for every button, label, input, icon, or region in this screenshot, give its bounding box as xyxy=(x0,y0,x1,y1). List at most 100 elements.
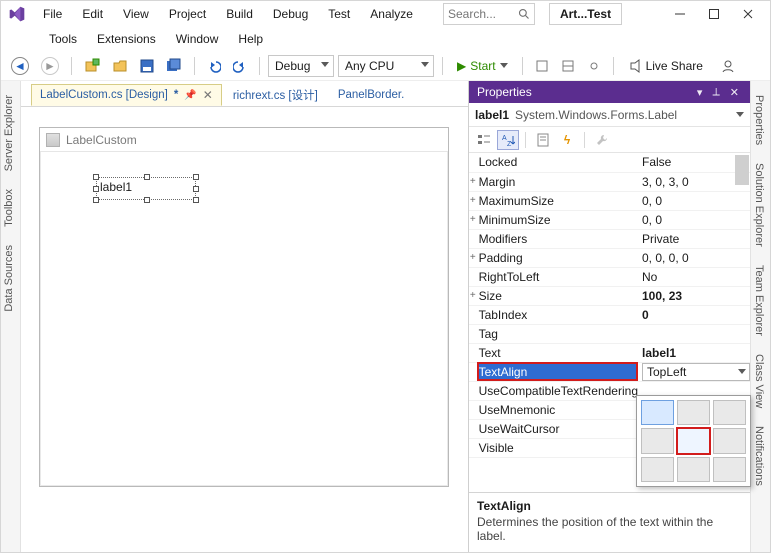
property-value[interactable]: 0, 0, 0, 0 xyxy=(638,248,750,267)
minimize-icon[interactable] xyxy=(674,8,686,20)
menu-debug[interactable]: Debug xyxy=(265,4,316,24)
config-combo[interactable]: Debug xyxy=(268,55,334,77)
property-row[interactable]: Tag xyxy=(469,324,750,343)
property-row[interactable]: +MinimumSize0, 0 xyxy=(469,210,750,229)
window-menu-icon[interactable]: ▾ xyxy=(694,86,706,99)
pin-icon[interactable]: 📌 xyxy=(184,90,196,101)
property-value-combo[interactable]: TopLeft xyxy=(642,363,750,381)
property-row[interactable]: TextAlignTopLeft xyxy=(469,362,750,381)
open-button[interactable] xyxy=(108,55,132,77)
pin-icon[interactable]: ⟂ xyxy=(709,86,722,99)
rail-properties[interactable]: Properties xyxy=(751,87,767,153)
property-row[interactable]: LockedFalse xyxy=(469,153,750,172)
tool-button-1[interactable] xyxy=(531,55,553,77)
menu-help[interactable]: Help xyxy=(230,29,271,49)
categorized-button[interactable] xyxy=(473,130,495,150)
rail-notifications[interactable]: Notifications xyxy=(751,418,767,494)
save-button[interactable] xyxy=(136,55,158,77)
property-value[interactable]: False xyxy=(638,153,750,172)
align-top-center[interactable] xyxy=(677,400,710,425)
expand-toggle[interactable]: + xyxy=(469,286,477,305)
platform-combo[interactable]: Any CPU xyxy=(338,55,434,77)
nav-back-button[interactable]: ◄ xyxy=(7,55,33,77)
menu-window[interactable]: Window xyxy=(168,29,227,49)
account-button[interactable] xyxy=(717,55,739,77)
solution-selector[interactable]: Art...Test xyxy=(549,3,622,25)
resize-handle[interactable] xyxy=(193,186,199,192)
rail-toolbox[interactable]: Toolbox xyxy=(1,181,17,235)
close-icon[interactable]: ✕ xyxy=(727,86,742,99)
property-value[interactable]: 3, 0, 3, 0 xyxy=(638,172,750,191)
align-bottom-right[interactable] xyxy=(713,457,746,482)
designer-surface[interactable]: LabelCustom label1 xyxy=(21,107,468,552)
expand-toggle[interactable]: + xyxy=(469,172,477,191)
undo-button[interactable] xyxy=(203,55,225,77)
menu-analyze[interactable]: Analyze xyxy=(362,4,421,24)
expand-toggle[interactable]: + xyxy=(469,191,477,210)
menu-build[interactable]: Build xyxy=(218,4,261,24)
menu-test[interactable]: Test xyxy=(320,4,358,24)
text-align-picker[interactable] xyxy=(636,395,751,487)
rail-data-sources[interactable]: Data Sources xyxy=(1,237,17,320)
align-top-left[interactable] xyxy=(641,400,674,425)
nav-fwd-button[interactable]: ► xyxy=(37,55,63,77)
menu-view[interactable]: View xyxy=(115,4,157,24)
tool-button-3[interactable] xyxy=(583,55,605,77)
search-box[interactable]: Search... xyxy=(443,3,535,25)
menu-extensions[interactable]: Extensions xyxy=(89,29,164,49)
properties-page-button[interactable] xyxy=(532,130,554,150)
tool-button-2[interactable] xyxy=(557,55,579,77)
tab-close-icon[interactable]: ✕ xyxy=(203,88,213,102)
menu-file[interactable]: File xyxy=(35,4,70,24)
tab-other-2[interactable]: PanelBorder. xyxy=(329,84,414,106)
property-value[interactable]: TopLeft xyxy=(638,362,750,381)
property-row[interactable]: TabIndex0 xyxy=(469,305,750,324)
properties-titlebar[interactable]: Properties ▾ ⟂ ✕ xyxy=(469,81,750,103)
alphabetical-button[interactable]: AZ xyxy=(497,130,519,150)
events-button[interactable]: ϟ xyxy=(556,130,578,150)
property-row[interactable]: +Size100, 23 xyxy=(469,286,750,305)
tab-other-1[interactable]: richrext.cs [设计] xyxy=(224,84,327,106)
align-top-right[interactable] xyxy=(713,400,746,425)
properties-object-selector[interactable]: label1 System.Windows.Forms.Label xyxy=(469,103,750,127)
resize-handle[interactable] xyxy=(144,174,150,180)
menu-edit[interactable]: Edit xyxy=(74,4,111,24)
property-value[interactable]: label1 xyxy=(638,343,750,362)
property-value[interactable]: 100, 23 xyxy=(638,286,750,305)
menu-project[interactable]: Project xyxy=(161,4,214,24)
property-value[interactable]: 0, 0 xyxy=(638,191,750,210)
property-row[interactable]: +Margin3, 0, 3, 0 xyxy=(469,172,750,191)
resize-handle[interactable] xyxy=(193,197,199,203)
save-all-button[interactable] xyxy=(162,55,186,77)
property-value[interactable]: Private xyxy=(638,229,750,248)
property-row[interactable]: +MaximumSize0, 0 xyxy=(469,191,750,210)
rail-class-view[interactable]: Class View xyxy=(751,346,767,416)
property-value[interactable]: No xyxy=(638,267,750,286)
menu-tools[interactable]: Tools xyxy=(41,29,85,49)
maximize-icon[interactable] xyxy=(708,8,720,20)
resize-handle[interactable] xyxy=(193,174,199,180)
align-bottom-left[interactable] xyxy=(641,457,674,482)
tab-active[interactable]: LabelCustom.cs [Design]* 📌 ✕ xyxy=(31,84,222,106)
property-row[interactable]: ModifiersPrivate xyxy=(469,229,750,248)
live-share-button[interactable]: Live Share xyxy=(622,59,709,73)
selected-label-control[interactable]: label1 xyxy=(96,177,196,200)
align-middle-right[interactable] xyxy=(713,428,746,453)
redo-button[interactable] xyxy=(229,55,251,77)
rail-solution-explorer[interactable]: Solution Explorer xyxy=(751,155,767,255)
property-value[interactable] xyxy=(638,324,750,343)
resize-handle[interactable] xyxy=(93,197,99,203)
property-value[interactable]: 0 xyxy=(638,305,750,324)
resize-handle[interactable] xyxy=(93,174,99,180)
new-project-button[interactable] xyxy=(80,55,104,77)
property-row[interactable]: Textlabel1 xyxy=(469,343,750,362)
resize-handle[interactable] xyxy=(144,197,150,203)
start-button[interactable]: ▶ Start xyxy=(451,59,514,73)
property-row[interactable]: RightToLeftNo xyxy=(469,267,750,286)
resize-handle[interactable] xyxy=(93,186,99,192)
expand-toggle[interactable]: + xyxy=(469,248,477,267)
expand-toggle[interactable]: + xyxy=(469,210,477,229)
align-middle-center[interactable] xyxy=(677,428,710,453)
rail-server-explorer[interactable]: Server Explorer xyxy=(1,87,17,179)
property-row[interactable]: +Padding0, 0, 0, 0 xyxy=(469,248,750,267)
